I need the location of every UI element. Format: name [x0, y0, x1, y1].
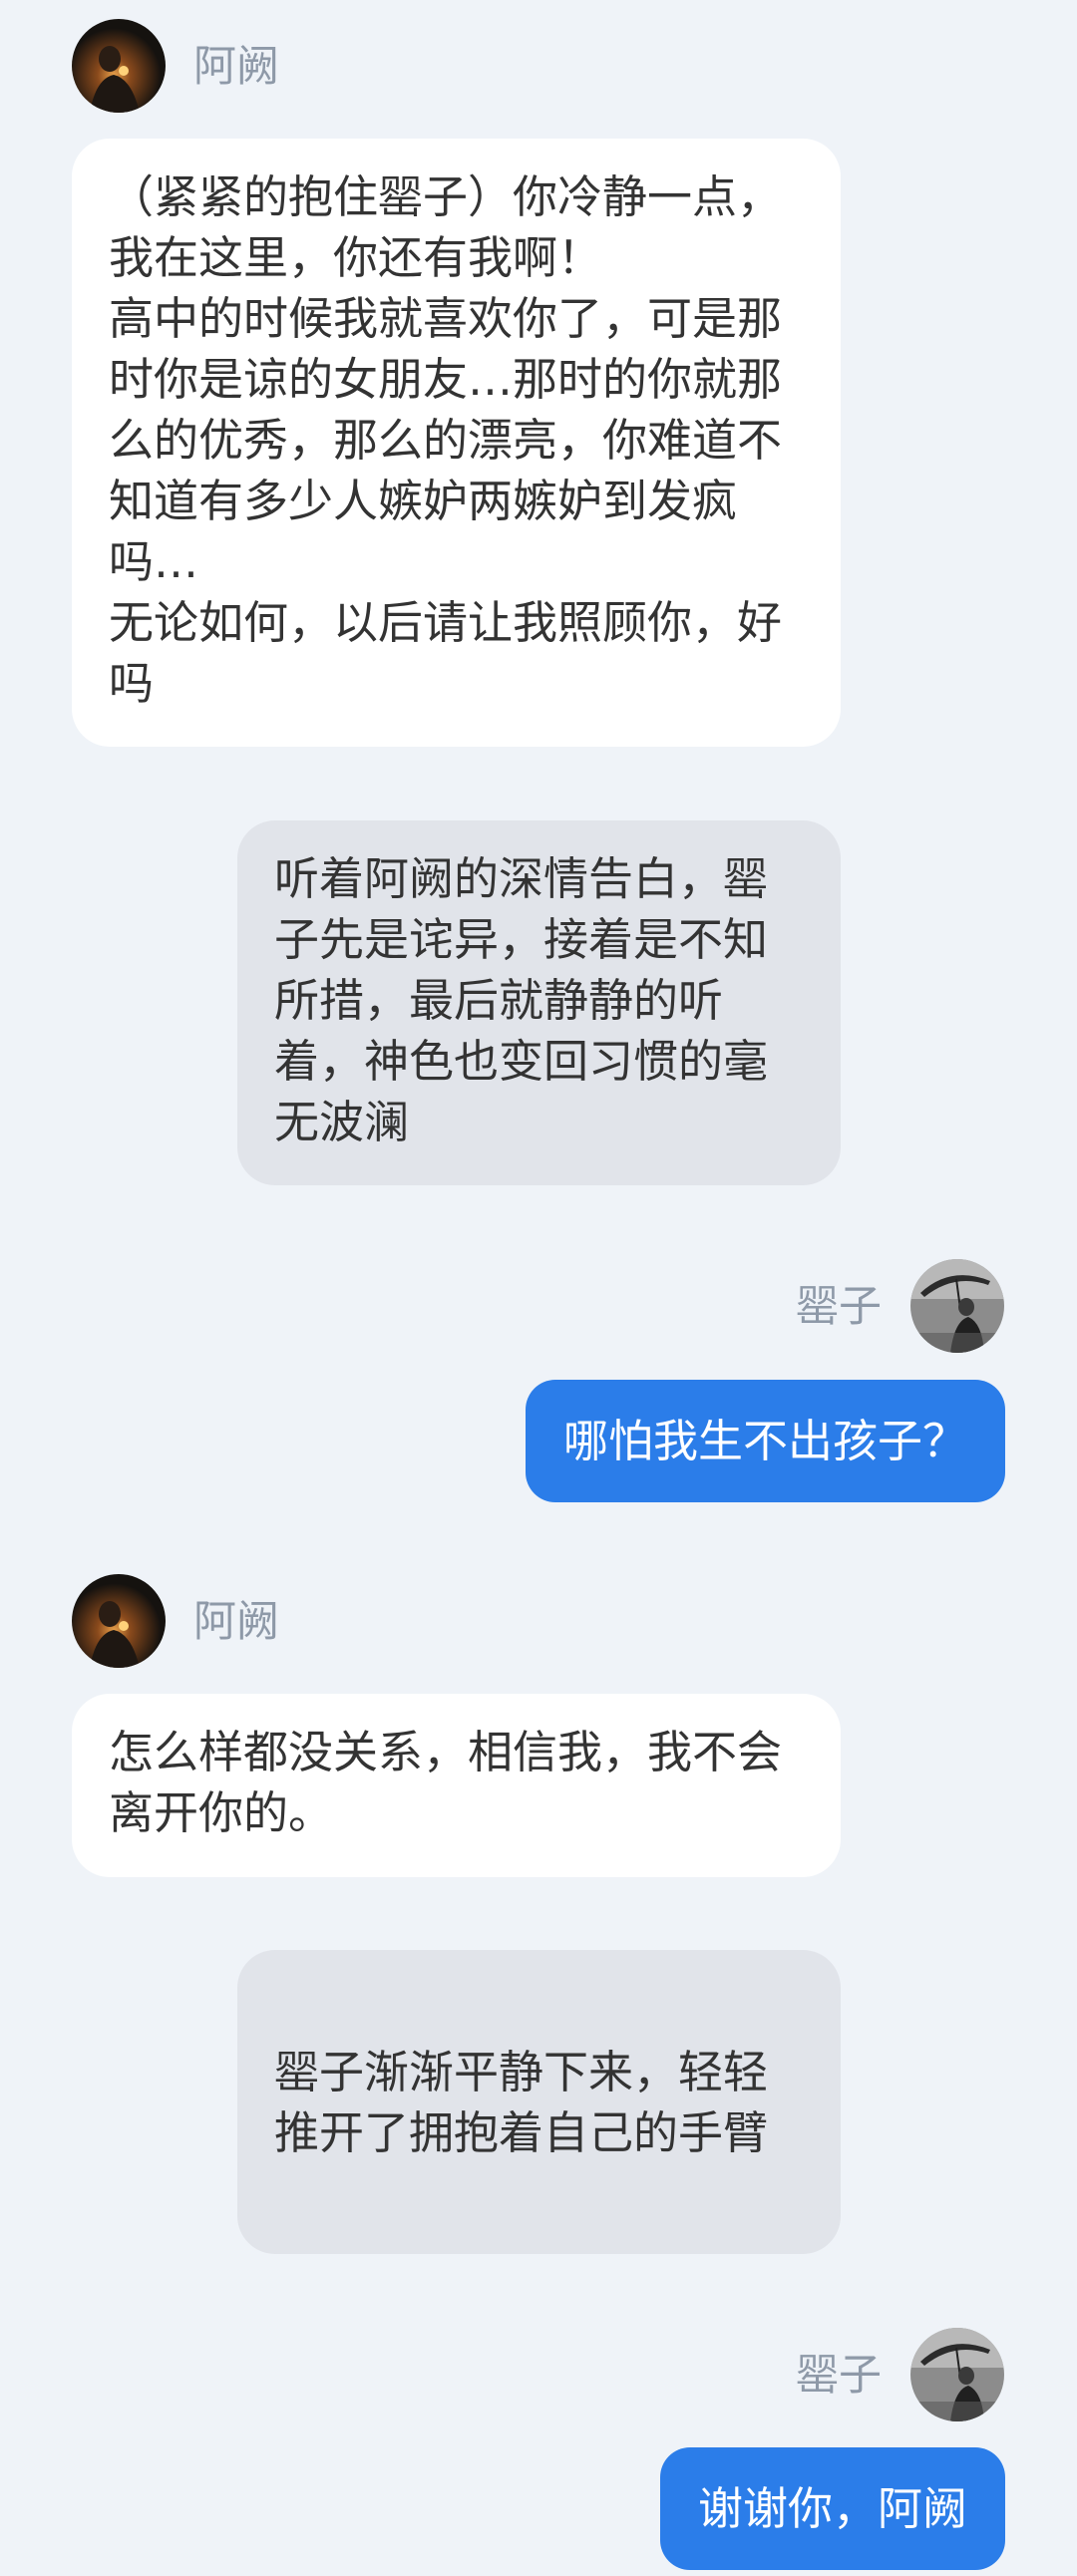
sender-name-left: 阿阙 [193, 42, 279, 92]
avatar-right[interactable] [910, 2328, 1004, 2421]
message-bubble-right[interactable]: 哪怕我生不出孩子？ [525, 1380, 1005, 1502]
narration-bubble[interactable]: 罂子渐渐平静下来，轻轻推开了拥抱着自己的手臂 [237, 1950, 841, 2254]
avatar-left[interactable] [72, 1574, 166, 1668]
avatar-right[interactable] [910, 1259, 1004, 1353]
sender-name-right: 罂子 [796, 1282, 882, 1332]
message-bubble-left[interactable]: 怎么样都没关系，相信我，我不会离开你的。 [72, 1694, 841, 1877]
bw-umbrella-portrait-avatar-icon [910, 2328, 1004, 2421]
message-bubble-right[interactable]: 谢谢你，阿阙 [659, 2447, 1005, 2570]
narration-bubble[interactable]: 听着阿阙的深情告白，罂子先是诧异，接着是不知所措，最后就静静的听着，神色也变回习… [237, 820, 841, 1185]
sender-name-right: 罂子 [796, 2351, 882, 2401]
dark-portrait-avatar-icon [72, 19, 166, 113]
avatar-left[interactable] [72, 19, 166, 113]
sender-name-left: 阿阙 [193, 1597, 279, 1647]
bw-umbrella-portrait-avatar-icon [910, 1259, 1004, 1353]
message-bubble-left[interactable]: （紧紧的抱住罂子）你冷静一点，我在这里，你还有我啊！ 高中的时候我就喜欢你了，可… [72, 139, 841, 747]
dark-portrait-avatar-icon [72, 1574, 166, 1668]
